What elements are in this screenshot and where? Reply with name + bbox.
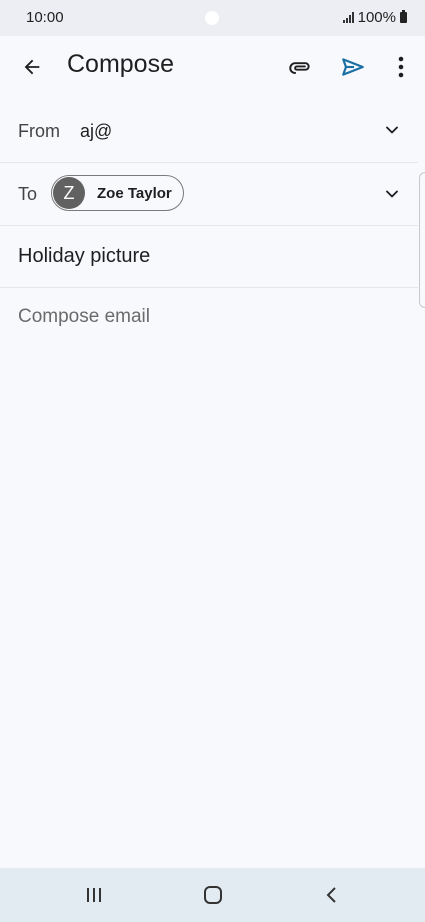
- scroll-handle[interactable]: [419, 172, 425, 308]
- recents-icon: [87, 888, 101, 902]
- battery-icon: [400, 10, 407, 23]
- recipient-chip[interactable]: Z Zoe Taylor: [51, 175, 184, 211]
- system-back-button[interactable]: [292, 868, 372, 922]
- body-field[interactable]: Compose email: [18, 306, 150, 328]
- send-button[interactable]: [331, 45, 375, 89]
- to-expand-button[interactable]: [382, 184, 402, 209]
- app-bar: Compose: [0, 36, 425, 98]
- from-label: From: [18, 121, 60, 141]
- recents-button[interactable]: [54, 868, 134, 922]
- paperclip-icon: [289, 62, 310, 74]
- page-title: Compose: [67, 50, 174, 78]
- home-icon: [204, 886, 222, 904]
- from-expand-button[interactable]: [382, 120, 402, 145]
- back-nav-icon: [326, 887, 336, 903]
- more-options-button[interactable]: [384, 45, 418, 89]
- subject-field[interactable]: Holiday picture: [18, 245, 150, 268]
- from-row[interactable]: From aj@: [0, 100, 418, 163]
- back-button[interactable]: [10, 45, 54, 89]
- send-icon: [342, 58, 364, 76]
- chevron-down-icon: [386, 126, 398, 134]
- arrow-left-icon: [24, 59, 40, 75]
- from-account[interactable]: aj@: [80, 121, 112, 142]
- status-time: 10:00: [26, 9, 64, 26]
- recipient-name: Zoe Taylor: [97, 184, 172, 202]
- navigation-bar: [0, 868, 425, 922]
- chevron-down-icon: [386, 190, 398, 198]
- to-label: To: [18, 184, 38, 204]
- avatar: Z: [53, 177, 85, 209]
- status-indicators: 100%: [342, 9, 407, 26]
- to-row[interactable]: To Z Zoe Taylor: [0, 163, 418, 226]
- status-bar: 10:00 100%: [0, 0, 425, 36]
- battery-percent: 100%: [357, 9, 396, 26]
- more-vert-icon: [398, 56, 404, 78]
- home-button[interactable]: [173, 868, 253, 922]
- camera-cutout: [205, 11, 219, 25]
- signal-icon: [342, 12, 354, 23]
- attach-button[interactable]: [278, 45, 322, 89]
- subject-row[interactable]: Holiday picture: [0, 226, 418, 288]
